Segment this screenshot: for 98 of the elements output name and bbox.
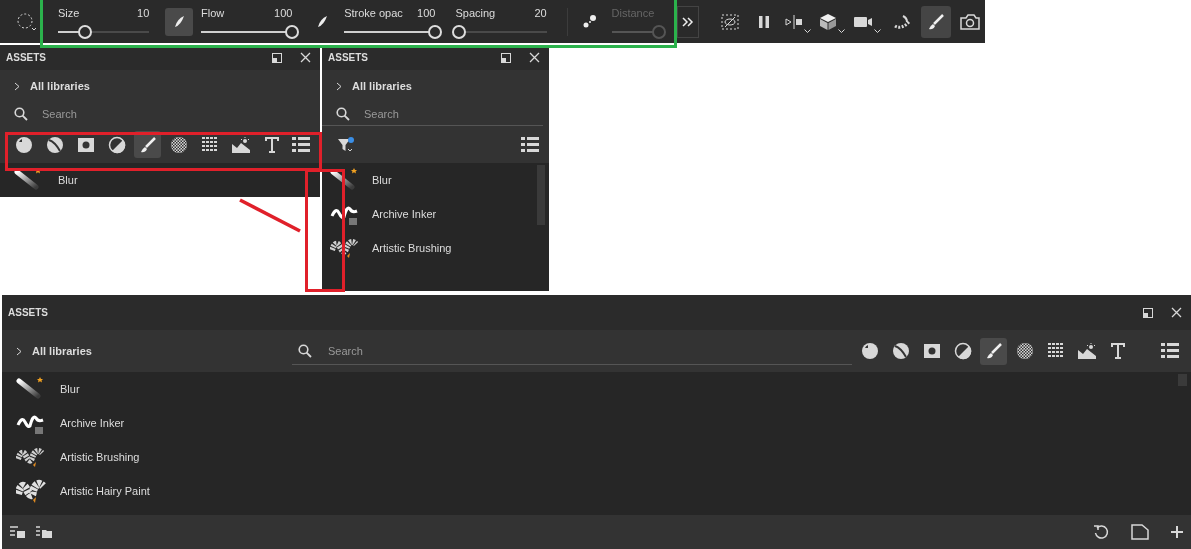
dynamics-icon [893,13,911,30]
more-button[interactable] [677,5,699,38]
contrast-icon [953,342,972,360]
double-chevron-icon [682,16,695,27]
brush-thumbnail [330,167,360,193]
search-icon [298,343,312,358]
folder-icon [1131,524,1149,540]
list-save-icon [10,525,26,539]
slider-label: Size [58,6,80,19]
material-icon [922,343,941,359]
scatter-icon [581,13,598,30]
symmetry-icon [785,13,803,30]
close-icon [528,52,540,63]
slider[interactable]: Flow 100 [201,3,301,40]
pattern-icon [200,135,219,154]
brush-name[interactable]: Archive Inker [60,417,125,429]
text-tool-icon [263,135,280,154]
refresh-icon [1093,524,1109,540]
brush-name[interactable]: Artistic Brushing [60,451,140,463]
library-selector[interactable]: All libraries [30,80,90,92]
list-view-button[interactable] [521,136,539,153]
list-view-button[interactable] [1161,343,1179,359]
pause-icon [757,14,771,29]
snapshot-icon [960,13,980,30]
brush-thumbnail [16,376,46,402]
close-icon [1170,307,1182,318]
search-field[interactable]: Search [40,107,194,121]
undock-icon [501,52,511,63]
brush-tip-icon [316,14,329,29]
plus-icon [1171,526,1183,538]
image-icon [230,135,251,154]
brush-name[interactable]: Blur [58,174,78,186]
asset-type-tab[interactable] [980,337,1007,365]
library-selector[interactable]: All libraries [32,345,92,357]
brush-icon [984,342,1003,360]
search-field[interactable]: Search [326,343,730,358]
slider[interactable]: Size 10 [58,3,158,40]
caret-icon [838,28,845,34]
cube-icon [819,12,837,31]
list-folder-icon [36,525,52,539]
brush-thumbnail [16,478,46,504]
sphere-icon [14,135,33,154]
search-field[interactable]: Search [362,106,516,121]
chevron-icon[interactable] [16,346,22,356]
checker-sphere-icon [1015,342,1034,360]
caret-icon [804,28,811,34]
filter-icon [336,135,355,154]
slider-value: 100 [274,6,293,19]
panel-title: ASSETS [328,52,369,63]
caret-icon [874,28,881,34]
slider-label: Stroke opac [344,6,403,19]
undock-icon [272,52,282,63]
close-icon [299,52,311,63]
material-icon [76,136,95,153]
tool-button[interactable] [921,5,951,38]
slider-label: Spacing [455,6,496,19]
chevron-icon[interactable] [14,81,20,91]
checker-sphere-icon [169,135,188,154]
slider-value: 100 [417,6,436,19]
list-view-button[interactable] [292,136,310,153]
chevron-icon[interactable] [336,81,342,91]
search-icon [14,107,28,121]
new-library-button[interactable] [1131,524,1149,540]
brush-name[interactable]: Artistic Hairy Paint [60,485,150,497]
brush-tip-icon [173,14,186,29]
add-folder-button[interactable] [36,525,52,539]
slider-value: 10 [137,6,150,19]
pattern-icon [1046,342,1065,360]
slider-label: Distance [611,6,655,19]
brush-name[interactable]: Blur [372,174,392,186]
brush-name[interactable]: Blur [60,383,80,395]
refresh-button[interactable] [1093,524,1109,540]
brush-name[interactable]: Artistic Brushing [372,242,452,254]
slider-label: Flow [201,6,225,19]
add-button[interactable] [1171,526,1183,538]
video-camera-icon [853,14,873,29]
brush-icon [138,135,157,154]
panel-title: ASSETS [6,52,47,63]
asset-type-tab[interactable] [134,131,161,158]
brush-name[interactable]: Archive Inker [372,208,437,220]
undock-icon [1143,307,1153,318]
brush-icon [927,12,945,31]
slider[interactable]: Spacing 20 [455,3,555,40]
search-icon [336,106,350,121]
sphere-icon [891,342,910,360]
add-library-button[interactable] [10,525,26,539]
contrast-icon [107,135,126,154]
slider[interactable]: Stroke opac 100 [344,3,444,40]
library-selector[interactable]: All libraries [352,80,412,92]
sphere-icon [45,135,64,154]
panel-title: ASSETS [8,307,49,318]
hidden-eye-icon [721,13,739,30]
image-icon [1076,342,1097,360]
selection-icon[interactable] [16,11,38,32]
sphere-icon [860,342,879,360]
text-tool-icon [1109,342,1126,360]
brush-tip-toggle[interactable] [165,7,194,36]
slider-value: 20 [534,6,547,19]
